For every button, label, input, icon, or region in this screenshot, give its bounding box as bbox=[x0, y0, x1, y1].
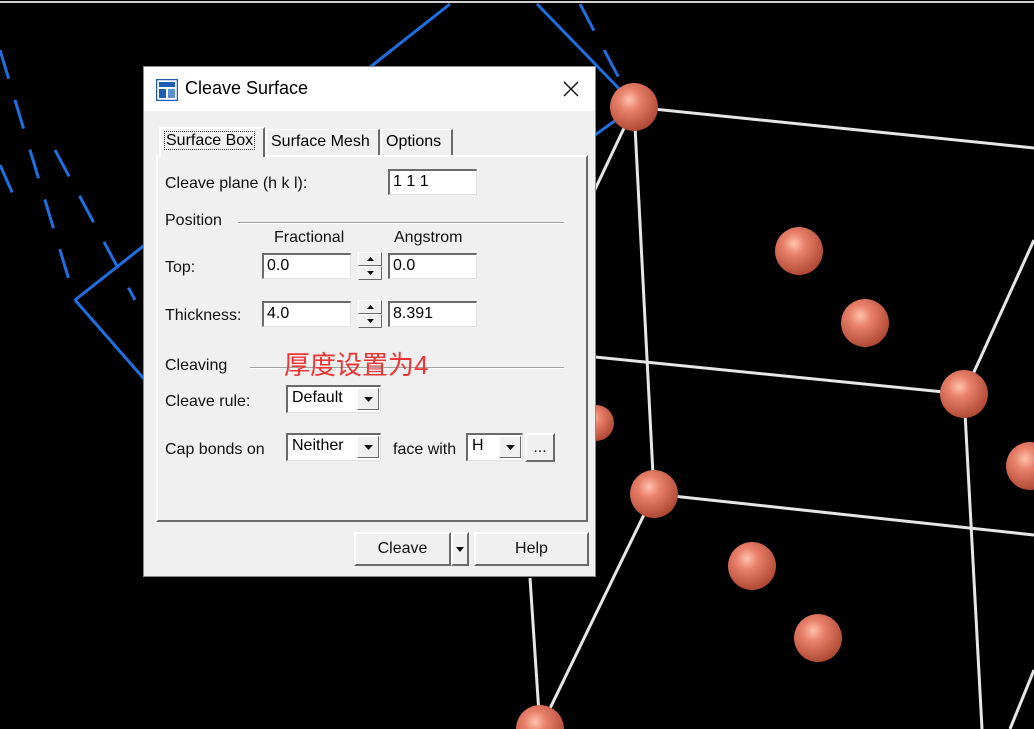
spin-down-icon bbox=[366, 271, 374, 275]
spin-down-icon bbox=[366, 319, 374, 323]
top-fractional-input[interactable]: 0.0 bbox=[262, 253, 351, 279]
cap-bonds-dropdown[interactable]: Neither bbox=[286, 433, 381, 461]
more-elements-button[interactable]: ... bbox=[525, 433, 555, 462]
dropdown-arrow-button[interactable] bbox=[499, 436, 521, 458]
cleave-rule-label: Cleave rule: bbox=[165, 393, 251, 410]
top-angstrom-input[interactable]: 0.0 bbox=[388, 253, 477, 279]
cleave-rule-dropdown[interactable]: Default bbox=[286, 385, 381, 413]
spin-up-icon bbox=[366, 305, 374, 309]
position-separator bbox=[238, 222, 564, 224]
face-with-dropdown[interactable]: H bbox=[466, 433, 523, 461]
top-spinner[interactable] bbox=[358, 252, 382, 280]
help-button[interactable]: Help bbox=[474, 532, 589, 566]
atom bbox=[841, 299, 889, 347]
chevron-down-icon bbox=[456, 546, 464, 552]
cleave-options-dropdown[interactable] bbox=[451, 532, 469, 566]
tab-surface-box-label: Surface Box bbox=[163, 131, 256, 150]
fractional-column-header: Fractional bbox=[274, 229, 345, 246]
cleaving-section-label: Cleaving bbox=[165, 357, 228, 374]
close-button[interactable] bbox=[556, 75, 586, 103]
cap-bonds-value: Neither bbox=[292, 437, 344, 454]
spin-up-icon bbox=[366, 257, 374, 261]
angstrom-column-header: Angstrom bbox=[394, 229, 463, 246]
tab-surface-box[interactable]: Surface Box bbox=[159, 127, 265, 157]
surface-box-panel bbox=[156, 155, 588, 522]
top-label: Top: bbox=[165, 259, 196, 276]
cleave-button[interactable]: Cleave bbox=[354, 532, 451, 566]
close-icon bbox=[563, 81, 579, 97]
thickness-spinner[interactable] bbox=[358, 300, 382, 328]
thickness-fractional-input[interactable]: 4.0 bbox=[262, 301, 351, 327]
thickness-annotation: 厚度设置为4 bbox=[284, 350, 429, 380]
cleave-rule-value: Default bbox=[292, 389, 343, 406]
tab-surface-mesh-label: Surface Mesh bbox=[271, 133, 370, 150]
spin-down-button[interactable] bbox=[358, 314, 382, 328]
tab-surface-mesh[interactable]: Surface Mesh bbox=[266, 129, 380, 155]
atom bbox=[728, 542, 776, 590]
chevron-down-icon bbox=[363, 396, 373, 402]
dropdown-arrow-button[interactable] bbox=[357, 388, 379, 410]
thickness-angstrom-input[interactable]: 8.391 bbox=[388, 301, 477, 327]
atom bbox=[1006, 442, 1034, 490]
spin-up-button[interactable] bbox=[358, 300, 382, 314]
dropdown-arrow-button[interactable] bbox=[357, 436, 379, 458]
cleave-surface-dialog: Cleave Surface Surface Box Surface Mesh … bbox=[143, 66, 596, 577]
atom bbox=[794, 614, 842, 662]
chevron-down-icon bbox=[505, 444, 515, 450]
atom bbox=[630, 470, 678, 518]
tab-options[interactable]: Options bbox=[381, 129, 453, 155]
title-bar[interactable]: Cleave Surface bbox=[144, 67, 595, 111]
cleave-plane-input[interactable]: 1 1 1 bbox=[388, 169, 477, 195]
position-section-label: Position bbox=[165, 212, 222, 229]
app-window-icon bbox=[156, 79, 178, 101]
atom bbox=[610, 83, 658, 131]
face-with-label: face with bbox=[393, 441, 457, 458]
spin-down-button[interactable] bbox=[358, 266, 382, 280]
dialog-title: Cleave Surface bbox=[185, 78, 309, 98]
chevron-down-icon bbox=[363, 444, 373, 450]
spin-up-button[interactable] bbox=[358, 252, 382, 266]
atom bbox=[775, 227, 823, 275]
atom bbox=[940, 370, 988, 418]
tab-options-label: Options bbox=[386, 133, 442, 150]
atom bbox=[516, 705, 564, 729]
face-with-value: H bbox=[472, 437, 484, 454]
cleave-plane-label: Cleave plane (h k l): bbox=[165, 175, 308, 192]
cap-bonds-label: Cap bonds on bbox=[165, 441, 265, 458]
thickness-label: Thickness: bbox=[165, 307, 242, 324]
